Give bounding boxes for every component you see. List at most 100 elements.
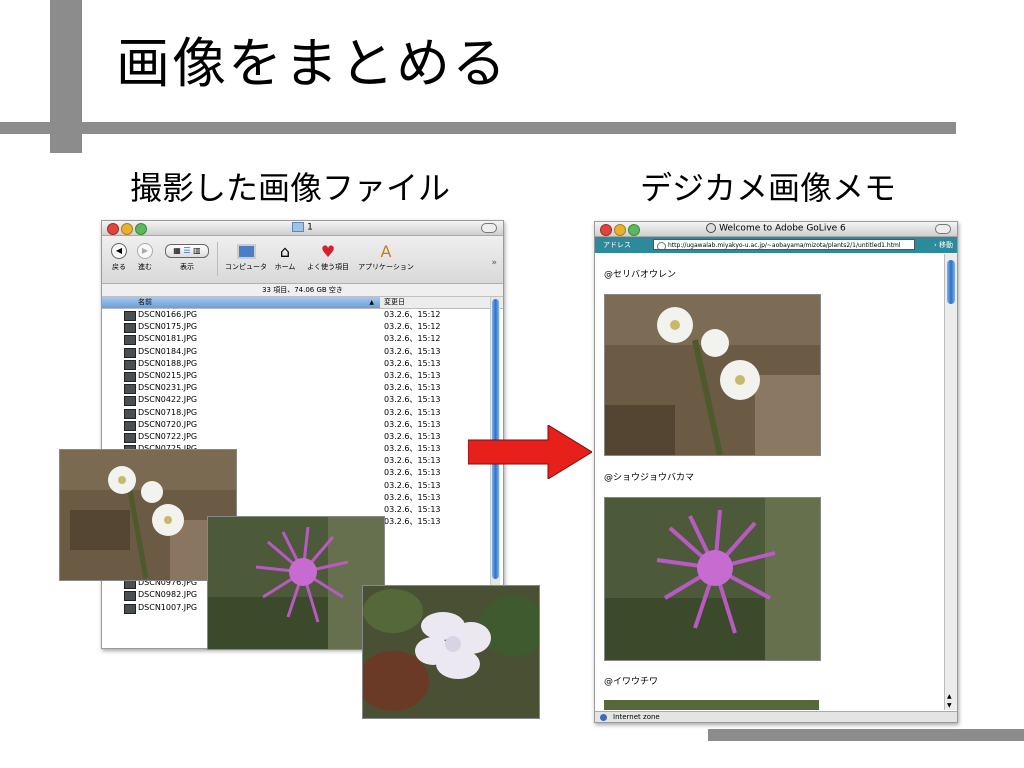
entry-label: @セリバオウレン [604,270,677,280]
file-name: DSCN0181.JPG [138,334,198,344]
left-heading: 撮影した画像ファイル [130,169,451,207]
go-button[interactable]: › 移動 [934,240,953,250]
file-date: 03.2.6、15:12 [384,334,441,344]
photo-shoujoubakama [207,516,385,650]
file-date: 03.2.6、15:13 [384,370,441,380]
url-field[interactable]: http://ugawalab.miyakyo-u.ac.jp/~aobayam… [653,239,915,250]
applications-icon: A [380,241,392,261]
page-content: @セリバオウレン @ショウジョウバカマ @イワウチワ [595,254,943,710]
photo-iwauchiwa [362,585,540,719]
file-name: DSCN0166.JPG [138,310,198,319]
forward-button[interactable]: ▶ 進む [134,240,156,272]
file-row[interactable]: DSCN0188.JPG 03.2.6、15:13 [102,358,503,370]
file-name: DSCN0982.JPG [138,590,198,600]
go-label: 移動 [939,241,953,249]
file-row[interactable]: DSCN0175.JPG 03.2.6、15:12 [102,321,503,334]
file-row[interactable]: DSCN0422.JPG 03.2.6、15:13 [102,394,503,407]
file-date: 03.2.6、15:13 [384,346,441,356]
forward-arrow-icon: ▶ [137,243,153,259]
finder-column-header: 名前 ▲ 変更日 [102,297,503,309]
file-row[interactable]: DSCN0720.JPG 03.2.6、15:13 [102,419,503,431]
file-date: 03.2.6、15:13 [384,358,441,368]
file-row[interactable]: DSCN0181.JPG 03.2.6、15:12 [102,333,503,346]
scroll-down-arrow-icon[interactable]: ▼ [947,702,952,709]
view-label: 表示 [180,263,194,271]
file-date: 03.2.6、15:12 [384,322,441,332]
favorites-button[interactable]: ♥ よく使う項目 [304,240,352,272]
jpeg-file-icon [124,396,136,407]
entry-photo-shoujoubakama [604,497,821,661]
file-date: 03.2.6、15:13 [384,480,441,490]
file-date: 03.2.6、15:13 [384,456,441,466]
file-row[interactable]: DSCN0166.JPG 03.2.6、15:12 [102,309,503,321]
file-name: DSCN0722.JPG [138,431,198,441]
finder-toolbar: ◀ 戻る ▶ 進む ▦ ☰ ▥ 表示 コンピュータ ⌂ ホーム ♥ よく使う項目… [102,236,503,284]
back-button[interactable]: ◀ 戻る [108,240,130,272]
browser-status-bar: Internet zone [595,711,957,722]
file-row[interactable]: DSCN0231.JPG 03.2.6、15:13 [102,382,503,395]
file-date: 03.2.6、15:13 [384,444,441,454]
toolbar-toggle-button[interactable] [935,224,951,234]
computer-button[interactable]: コンピュータ [224,240,268,272]
browser-vertical-scrollbar[interactable]: ▲ ▼ [944,254,957,710]
applications-button[interactable]: A アプリケーション [354,240,418,272]
entry-photo-iwauchiwa [604,700,819,710]
forward-label: 進む [138,263,152,271]
browser-window-title: Welcome to Adobe GoLive 6 [719,223,846,234]
computer-monitor-icon [236,243,256,259]
toolbar-toggle-button[interactable] [481,223,497,233]
file-row[interactable]: DSCN0184.JPG 03.2.6、15:13 [102,346,503,358]
entry-label: @ショウジョウバカマ [604,473,695,483]
file-date: 03.2.6、15:13 [384,407,441,417]
computer-label: コンピュータ [225,263,267,271]
file-date: 03.2.6、15:13 [384,383,441,393]
back-arrow-icon: ◀ [111,243,127,259]
file-row[interactable]: DSCN0722.JPG 03.2.6、15:13 [102,431,503,443]
jpeg-file-icon [124,384,136,395]
file-row[interactable]: DSCN0718.JPG 03.2.6、15:13 [102,407,503,419]
slide-title: 画像をまとめる [116,32,508,95]
file-date: 03.2.6、15:13 [384,395,441,405]
applications-label: アプリケーション [358,263,414,271]
folder-icon [292,222,305,232]
jpeg-file-icon [124,603,136,614]
file-name: DSCN0422.JPG [138,395,198,405]
view-control[interactable]: ▦ ☰ ▥ 表示 [164,240,210,272]
address-bar: アドレス http://ugawalab.miyakyo-u.ac.jp/~ao… [595,237,957,253]
file-date: 03.2.6、15:13 [384,431,441,441]
browser-scroll-thumb[interactable] [947,260,955,304]
file-name: DSCN0215.JPG [138,370,198,380]
file-date: 03.2.6、15:13 [384,468,441,478]
name-column-label: 名前 [138,298,152,306]
browser-window: Welcome to Adobe GoLive 6 アドレス http://ug… [594,221,958,723]
entry-label: @イワウチワ [604,677,659,687]
file-date: 03.2.6、15:13 [384,419,441,429]
browser-titlebar: Welcome to Adobe GoLive 6 [595,222,957,237]
file-name: DSCN0175.JPG [138,322,198,332]
jpeg-file-icon [124,420,136,431]
scroll-up-arrow-icon[interactable]: ▲ [947,693,952,700]
file-row[interactable]: DSCN0215.JPG 03.2.6、15:13 [102,370,503,382]
back-label: 戻る [112,263,126,271]
sort-ascending-icon: ▲ [369,299,374,306]
file-date: 03.2.6、15:13 [384,505,441,514]
url-text: http://ugawalab.miyakyo-u.ac.jp/~aobayam… [668,242,901,249]
home-icon: ⌂ [279,241,291,261]
name-column-header[interactable]: 名前 ▲ [102,297,380,308]
entry-photo-seribaouren [604,294,821,456]
internet-zone-globe-icon [600,714,607,721]
home-button[interactable]: ⌂ ホーム [270,240,300,272]
modified-column-header[interactable]: 変更日 [384,297,405,308]
status-text: Internet zone [613,713,660,721]
home-label: ホーム [274,263,296,271]
right-arrow-icon [468,425,592,479]
jpeg-file-icon [124,347,136,358]
file-name: DSCN0188.JPG [138,358,198,368]
jpeg-file-icon [124,323,136,334]
file-date: 03.2.6、15:13 [384,492,441,502]
finder-titlebar: 1 [102,221,503,236]
toolbar-overflow-chevron-icon[interactable]: » [491,258,497,268]
file-name: DSCN0231.JPG [138,383,198,393]
jpeg-file-icon [124,371,136,382]
title-underline-bar [0,122,956,134]
